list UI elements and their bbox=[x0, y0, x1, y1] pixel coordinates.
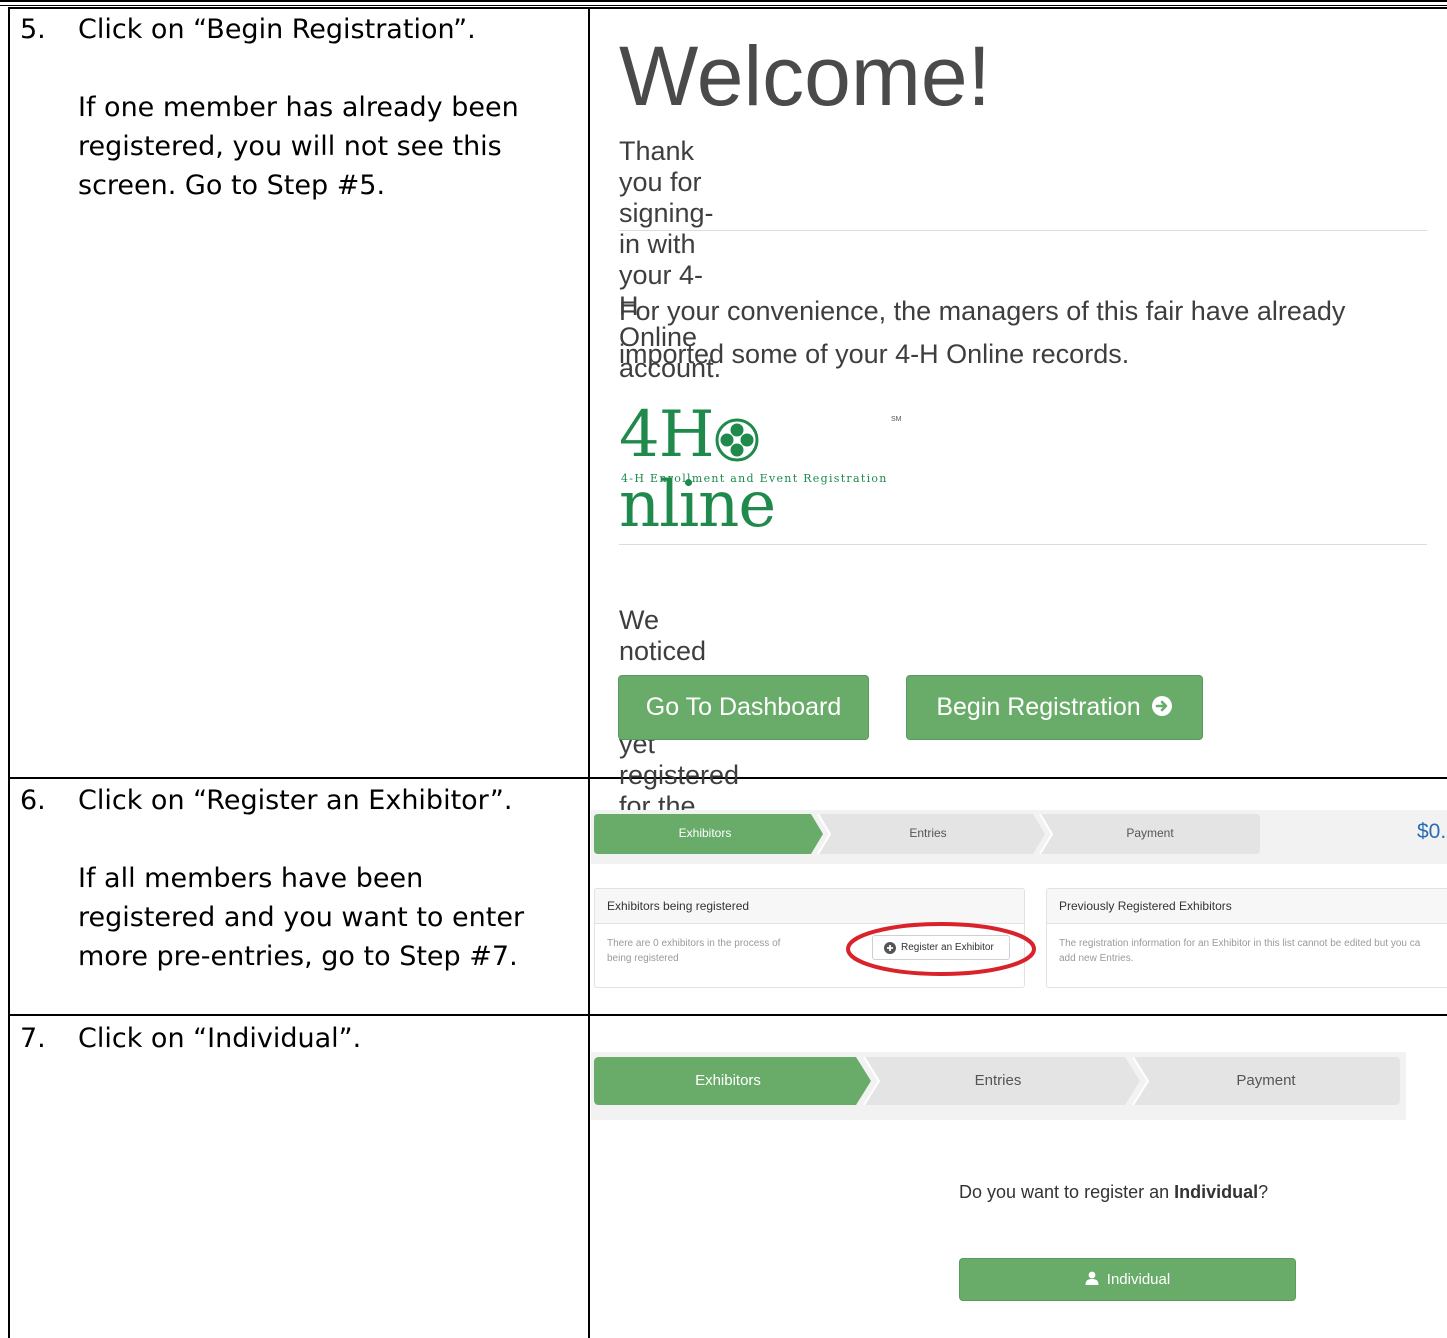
step-exhibitors[interactable]: Exhibitors bbox=[600, 1072, 856, 1089]
step-instruction: Click on “Individual”. bbox=[78, 1023, 362, 1054]
step-6-instructions: 6. Click on “Register an Exhibitor”. If … bbox=[20, 781, 580, 981]
table-border-middle bbox=[588, 7, 590, 1338]
individual-button[interactable]: Individual bbox=[959, 1258, 1296, 1301]
circle-arrow-right-icon bbox=[1151, 696, 1172, 716]
row-divider-2 bbox=[8, 1014, 1447, 1016]
begin-registration-button[interactable]: Begin Registration bbox=[906, 675, 1203, 740]
note-line: screen. Go to Step #5. bbox=[78, 170, 386, 201]
button-label: Begin Registration bbox=[936, 693, 1141, 721]
step-note: If one member has already been registere… bbox=[78, 88, 558, 205]
top-rule bbox=[0, 0, 1447, 2]
body-line: There are 0 exhibitors in the process of bbox=[607, 938, 781, 949]
button-label: Go To Dashboard bbox=[645, 693, 842, 721]
divider bbox=[619, 544, 1427, 545]
question-prefix: Do you want to register an bbox=[959, 1182, 1175, 1202]
note-line: If all members have been bbox=[78, 863, 424, 894]
step-entries[interactable]: Entries bbox=[880, 1072, 1116, 1089]
table-border-left bbox=[8, 7, 10, 1338]
logo-wordmark: 4H nline bbox=[619, 400, 909, 540]
step-instruction: Click on “Begin Registration”. bbox=[78, 14, 476, 45]
logo-word-before: 4H bbox=[619, 398, 715, 472]
convenience-text: For your convenience, the managers of th… bbox=[619, 290, 1439, 376]
table-border-top bbox=[8, 7, 1447, 9]
step-payment[interactable]: Payment bbox=[1052, 826, 1248, 840]
step-7-instructions: 7. Click on “Individual”. bbox=[20, 1019, 580, 1079]
panel-body-text: The registration information for an Exhi… bbox=[1059, 936, 1447, 966]
panel-header: Previously Registered Exhibitors bbox=[1047, 889, 1447, 924]
user-icon bbox=[1085, 1271, 1099, 1285]
go-to-dashboard-button[interactable]: Go To Dashboard bbox=[618, 675, 869, 740]
welcome-title: Welcome! bbox=[619, 29, 991, 123]
panel-body-text: There are 0 exhibitors in the process of… bbox=[607, 936, 837, 966]
note-line: registered, you will not see this bbox=[78, 131, 502, 162]
logo-tagline: 4-H Enrollment and Event Registration bbox=[621, 472, 888, 485]
button-label: Individual bbox=[1106, 1271, 1171, 1288]
divider bbox=[619, 230, 1427, 231]
step-payment[interactable]: Payment bbox=[1150, 1072, 1382, 1089]
step-number: 6. bbox=[20, 785, 46, 816]
step-number: 7. bbox=[20, 1023, 46, 1054]
note-line: more pre-entries, go to Step #7. bbox=[78, 941, 518, 972]
question-suffix: ? bbox=[1258, 1182, 1269, 1202]
convenience-line: imported some of your 4-H Online records… bbox=[619, 339, 1130, 369]
top-rule-thin bbox=[0, 5, 1447, 6]
step-note: If all members have been registered and … bbox=[78, 859, 558, 976]
cart-total: $0. bbox=[1417, 820, 1447, 843]
highlight-circle bbox=[846, 922, 1036, 976]
note-line: registered and you want to enter bbox=[78, 902, 525, 933]
step-entries[interactable]: Entries bbox=[830, 826, 1026, 840]
clover-icon bbox=[715, 418, 759, 461]
panel-header: Exhibitors being registered bbox=[595, 889, 1024, 924]
convenience-line: For your convenience, the managers of th… bbox=[619, 296, 1346, 326]
body-line: The registration information for an Exhi… bbox=[1059, 938, 1421, 949]
4h-online-logo: 4H nline SM 4-H Enrollment and Event Reg… bbox=[619, 400, 909, 540]
step-exhibitors[interactable]: Exhibitors bbox=[600, 826, 810, 840]
step-5-instructions: 5. Click on “Begin Registration”. If one… bbox=[20, 10, 580, 210]
question-bold: Individual bbox=[1174, 1182, 1259, 1202]
body-line: being registered bbox=[607, 953, 679, 964]
step-instruction: Click on “Register an Exhibitor”. bbox=[78, 785, 513, 816]
logo-service-mark: SM bbox=[891, 416, 902, 423]
step-number: 5. bbox=[20, 14, 46, 45]
register-individual-question: Do you want to register an Individual? bbox=[959, 1182, 1268, 1203]
body-line: add new Entries. bbox=[1059, 953, 1134, 964]
note-line: If one member has already been bbox=[78, 92, 519, 123]
